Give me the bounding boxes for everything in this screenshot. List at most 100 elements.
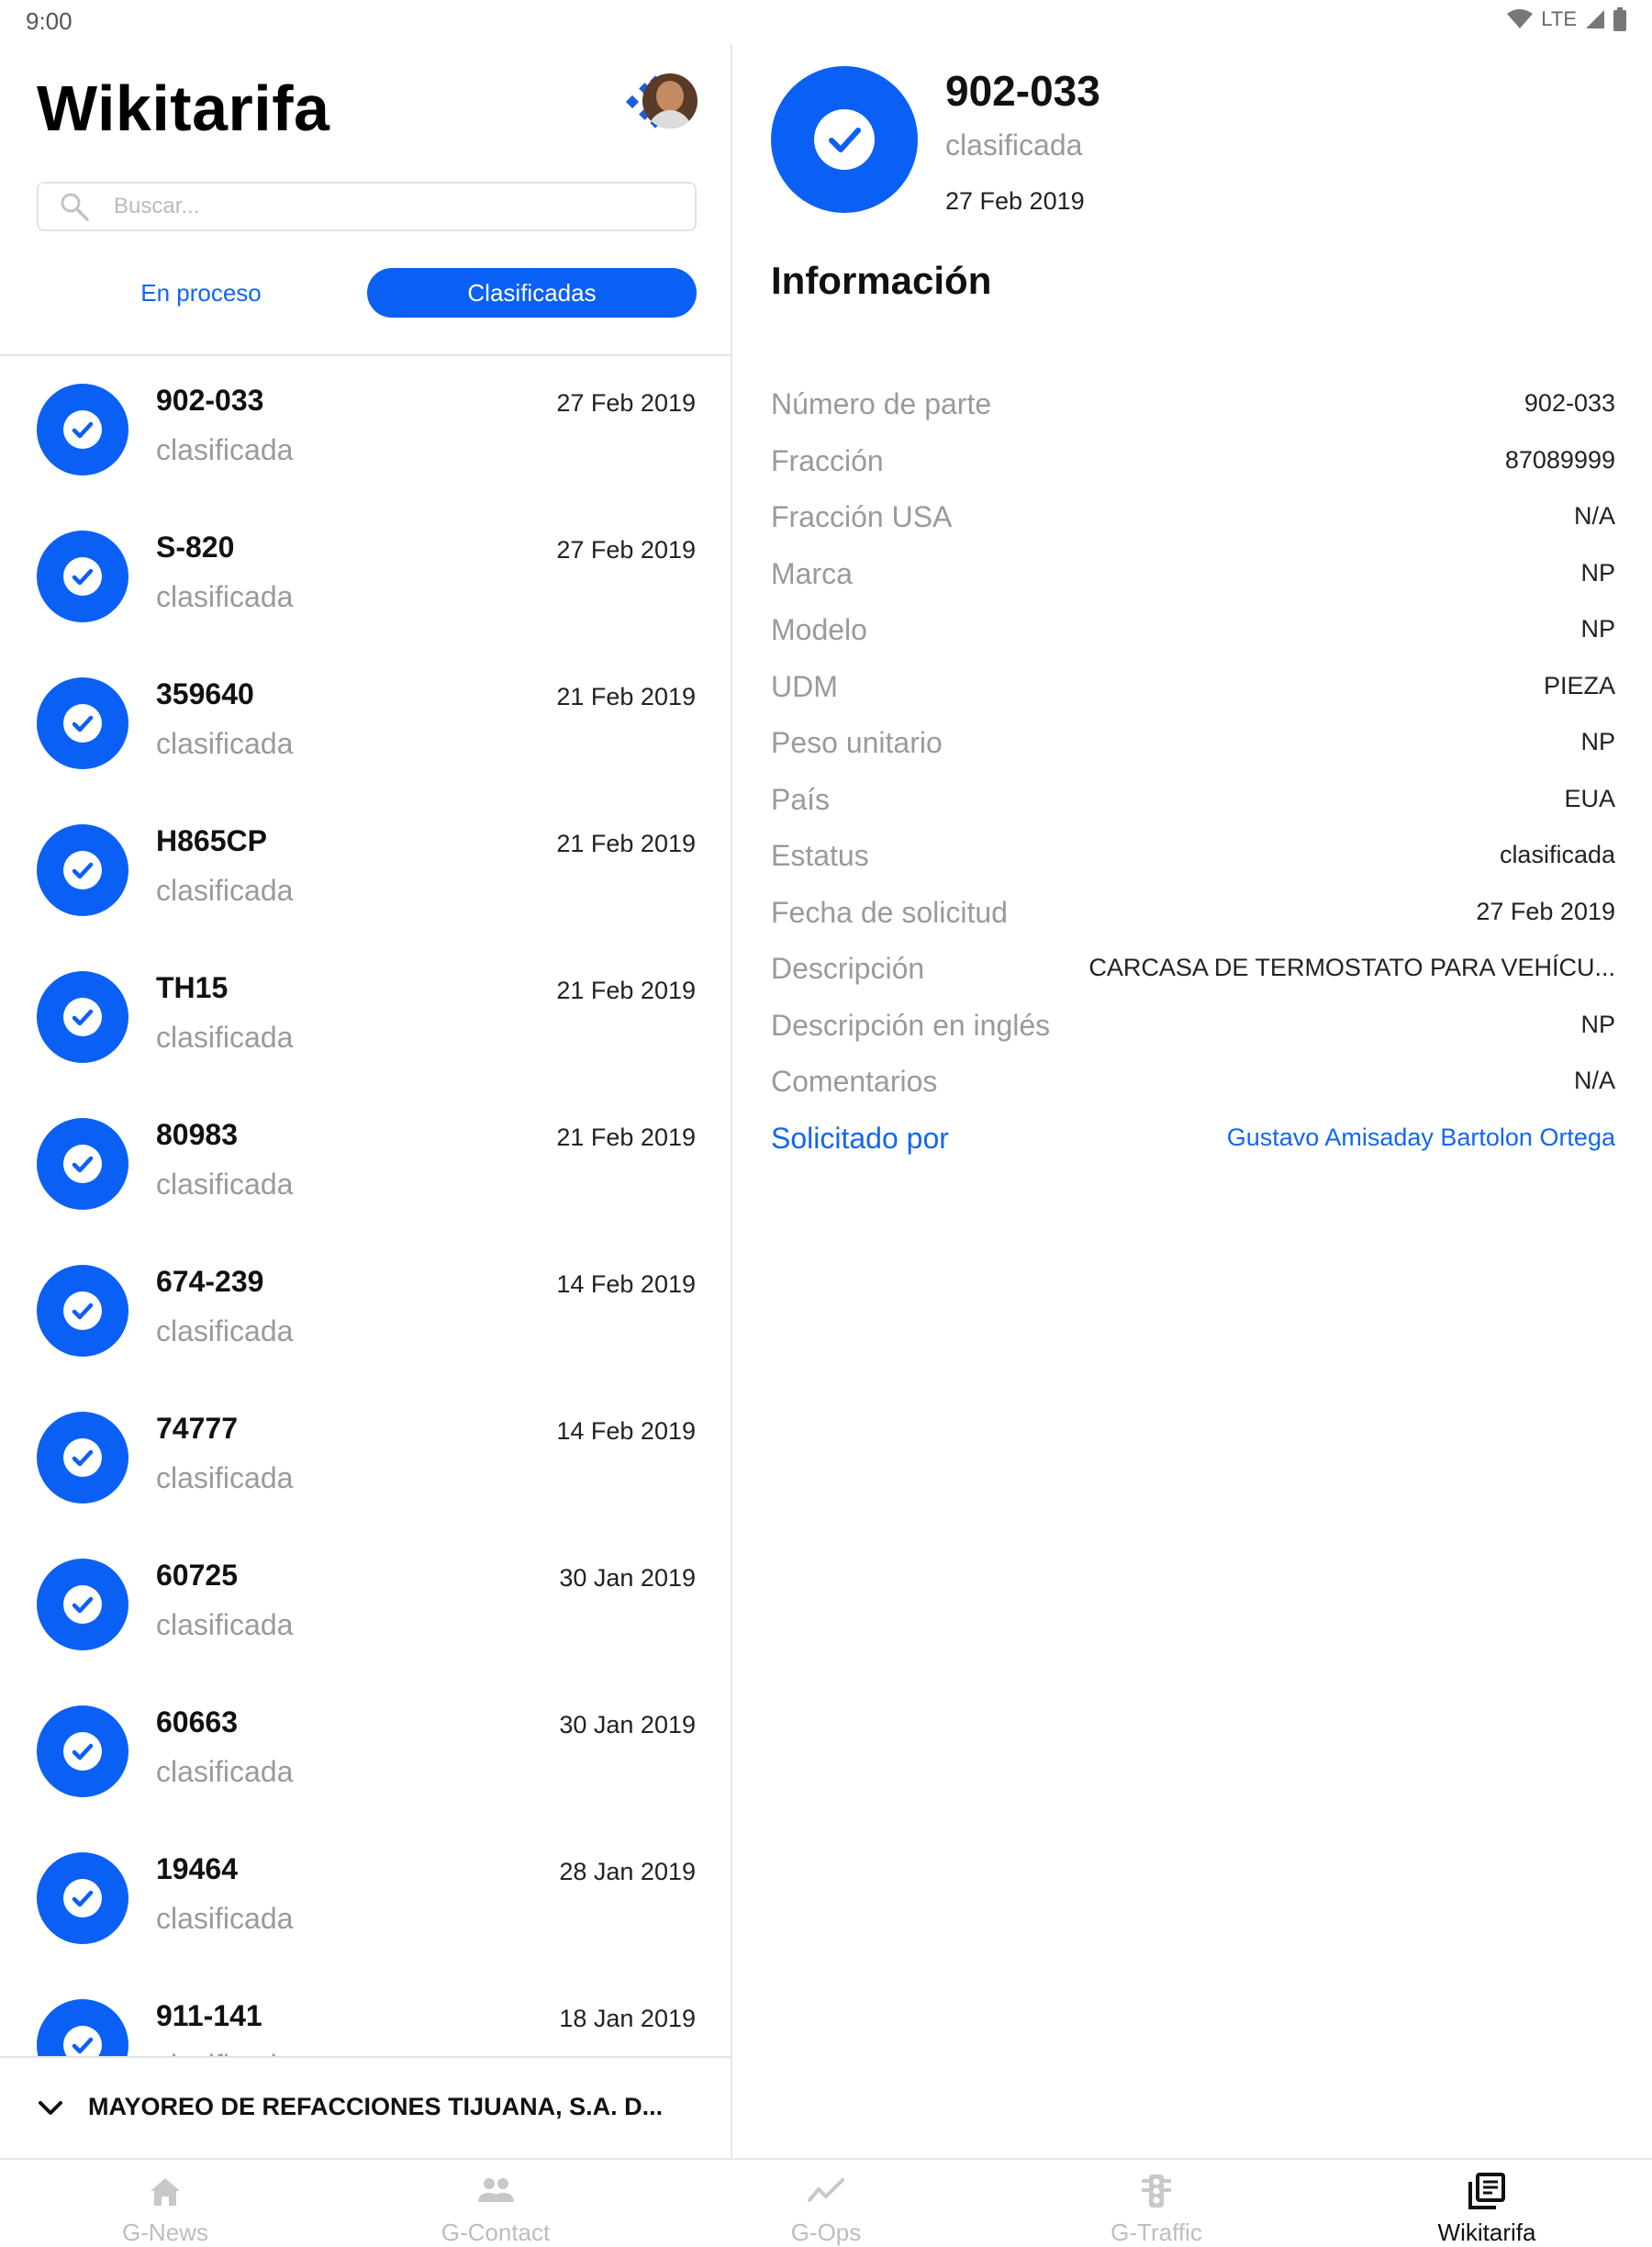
item-date: 21 Feb 2019: [556, 830, 696, 857]
status-badge: [37, 1852, 128, 1944]
status-badge: [37, 1412, 128, 1504]
item-part-number: 902-033: [156, 384, 264, 417]
info-label: Fracción: [771, 443, 884, 477]
info-value: NP: [1580, 1010, 1615, 1038]
status-badge: [37, 824, 128, 916]
item-part-number: 60725: [156, 1559, 238, 1592]
nav-item-g-news[interactable]: G-News: [0, 2160, 330, 2247]
info-label: Fracción USA: [771, 500, 953, 533]
item-status: clasificada: [156, 1168, 294, 1201]
info-value: 902-033: [1524, 389, 1615, 417]
item-part-number: 74777: [156, 1412, 238, 1445]
list-item[interactable]: S-820 clasificada 27 Feb 2019: [0, 503, 731, 650]
info-row: Fracción 87089999: [771, 435, 1615, 490]
item-date: 27 Feb 2019: [556, 389, 696, 417]
requester-link[interactable]: Gustavo Amisaday Bartolon Ortega: [1227, 1124, 1615, 1152]
status-badge: [37, 384, 128, 475]
item-part-number: H865CP: [156, 824, 267, 857]
info-label: Peso unitario: [771, 726, 943, 759]
nav-item-g-ops[interactable]: G-Ops: [661, 2160, 991, 2247]
list-item[interactable]: 74777 clasificada 14 Feb 2019: [0, 1384, 731, 1531]
status-time: 9:00: [26, 7, 73, 35]
item-part-number: 911-141: [156, 1999, 262, 2032]
home-icon: [151, 2178, 180, 2206]
info-value: NP: [1580, 615, 1615, 643]
battery-icon: [1613, 7, 1626, 31]
list-item[interactable]: 674-239 clasificada 14 Feb 2019: [0, 1237, 731, 1384]
info-value: CARCASA DE TERMOSTATO PARA VEHÍCU...: [1088, 954, 1615, 981]
item-status: clasificada: [156, 1608, 294, 1641]
info-value: N/A: [1573, 502, 1615, 530]
item-date: 21 Feb 2019: [556, 1124, 696, 1151]
app-title: Wikitarifa: [37, 73, 330, 144]
item-part-number: TH15: [156, 971, 229, 1004]
list-item[interactable]: 19464 clasificada 28 Jan 2019: [0, 1825, 731, 1972]
check-icon: [63, 1438, 102, 1477]
info-row[interactable]: Solicitado por Gustavo Amisaday Bartolon …: [771, 1112, 1615, 1168]
item-status: clasificada: [156, 1314, 294, 1347]
info-row: UDM PIEZA: [771, 661, 1615, 716]
search-input[interactable]: [114, 194, 664, 219]
status-badge: [37, 1559, 128, 1650]
info-value: N/A: [1573, 1067, 1615, 1094]
nav-item-wikitarifa[interactable]: Wikitarifa: [1322, 2160, 1652, 2247]
item-date: 27 Feb 2019: [556, 536, 696, 564]
list-item[interactable]: H865CP clasificada 21 Feb 2019: [0, 797, 731, 944]
nav-label: Wikitarifa: [1437, 2219, 1536, 2246]
info-row: Comentarios N/A: [771, 1056, 1615, 1111]
tab-en-proceso[interactable]: En proceso: [37, 268, 365, 318]
info-value: 27 Feb 2019: [1476, 897, 1615, 925]
tab-clasificadas[interactable]: Clasificadas: [367, 268, 697, 318]
item-part-number: 19464: [156, 1852, 238, 1885]
list-item[interactable]: TH15 clasificada 21 Feb 2019: [0, 944, 731, 1090]
item-date: 21 Feb 2019: [556, 683, 696, 710]
detail-status: clasificada: [945, 129, 1083, 162]
list-item[interactable]: 911-141 clasificada 18 Jan 2019: [0, 1972, 731, 2056]
check-icon: [63, 1732, 102, 1771]
company-selector[interactable]: MAYOREO DE REFACCIONES TIJUANA, S.A. D..…: [0, 2056, 731, 2157]
status-badge: [37, 1265, 128, 1357]
avatar: [642, 73, 698, 129]
item-part-number: 80983: [156, 1118, 238, 1151]
nav-label: G-Ops: [790, 2219, 862, 2246]
status-badge: [771, 66, 918, 213]
traffic-light-icon: [1142, 2174, 1171, 2208]
list-item[interactable]: 902-033 clasificada 27 Feb 2019: [0, 356, 731, 503]
item-status: clasificada: [156, 1755, 294, 1788]
signal-icon: [1586, 10, 1604, 28]
part-list[interactable]: 902-033 clasificada 27 Feb 2019 S-820 cl…: [0, 356, 731, 2056]
search-bar[interactable]: [37, 182, 697, 231]
status-bar: 9:00 LTE: [0, 0, 1652, 44]
item-status: clasificada: [156, 580, 294, 613]
info-row: Fracción USA N/A: [771, 491, 1615, 546]
info-label: Descripción: [771, 952, 925, 985]
list-item[interactable]: 80983 clasificada 21 Feb 2019: [0, 1090, 731, 1237]
company-name: MAYOREO DE REFACCIONES TIJUANA, S.A. D..…: [88, 2093, 664, 2120]
list-item[interactable]: 60725 clasificada 30 Jan 2019: [0, 1531, 731, 1678]
check-icon: [63, 704, 102, 743]
info-row: País EUA: [771, 774, 1615, 829]
check-icon: [63, 1879, 102, 1917]
item-status: clasificada: [156, 727, 294, 760]
item-status: clasificada: [156, 1021, 294, 1054]
info-row: Estatus clasificada: [771, 830, 1615, 885]
info-label: UDM: [771, 669, 838, 703]
item-status: clasificada: [156, 433, 294, 466]
check-icon: [63, 1585, 102, 1624]
info-label: Número de parte: [771, 387, 992, 420]
profile-button[interactable]: [620, 68, 698, 145]
nav-item-g-contact[interactable]: G-Contact: [330, 2160, 661, 2247]
info-row: Número de parte 902-033: [771, 378, 1615, 433]
info-label: Modelo: [771, 613, 867, 646]
info-row: Modelo NP: [771, 604, 1615, 659]
nav-label: G-Traffic: [1111, 2219, 1202, 2246]
info-label: Estatus: [771, 839, 869, 872]
check-icon: [814, 109, 875, 170]
list-item[interactable]: 60663 clasificada 30 Jan 2019: [0, 1678, 731, 1825]
list-pane: Wikitarifa En proceso Clasificadas: [0, 44, 732, 2158]
nav-item-g-traffic[interactable]: G-Traffic: [991, 2160, 1322, 2247]
info-heading: Información: [771, 259, 992, 302]
info-row: Marca NP: [771, 548, 1615, 603]
item-part-number: 674-239: [156, 1265, 264, 1298]
list-item[interactable]: 359640 clasificada 21 Feb 2019: [0, 650, 731, 797]
